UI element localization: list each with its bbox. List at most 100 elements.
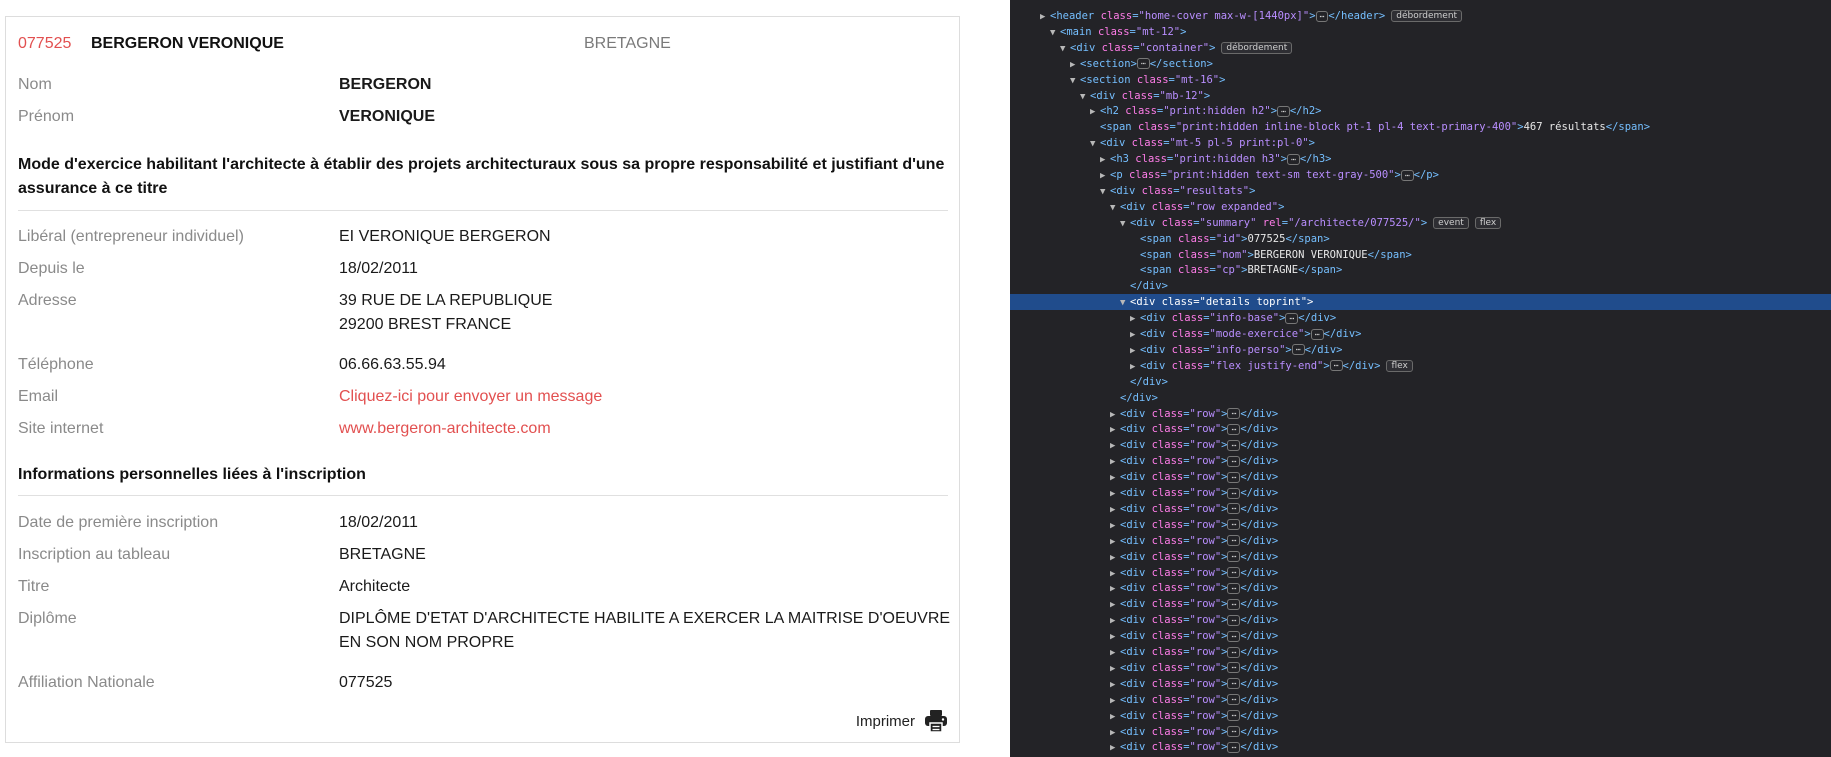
collapse-triangle-icon[interactable]: ▶ bbox=[1110, 613, 1120, 629]
dom-node[interactable]: ▶ <div class="row"> ⋯ </div> bbox=[1010, 437, 1831, 453]
collapse-triangle-icon[interactable]: ▶ bbox=[1110, 581, 1120, 597]
dom-node[interactable]: ▶ <div class="row"> ⋯ </div> bbox=[1010, 533, 1831, 549]
ellipsis-icon[interactable]: ⋯ bbox=[1227, 598, 1241, 610]
expand-triangle-icon[interactable]: ▼ bbox=[1070, 73, 1080, 89]
collapse-triangle-icon[interactable]: ▶ bbox=[1110, 422, 1120, 438]
dom-node[interactable]: ▼ <div class="resultats"> bbox=[1010, 183, 1831, 199]
ellipsis-icon[interactable]: ⋯ bbox=[1227, 423, 1241, 435]
dom-node[interactable]: ▶ <div class="row"> ⋯ </div> bbox=[1010, 739, 1831, 755]
dom-node[interactable]: </div> bbox=[1010, 374, 1831, 390]
dom-node[interactable]: ▶ <div class="row"> ⋯ </div> bbox=[1010, 469, 1831, 485]
collapse-triangle-icon[interactable]: ▶ bbox=[1110, 550, 1120, 566]
dom-node[interactable]: ▶ <div class="info-base"> ⋯ </div> bbox=[1010, 310, 1831, 326]
flex-badge[interactable]: flex bbox=[1386, 359, 1413, 372]
ellipsis-icon[interactable]: ⋯ bbox=[1227, 408, 1241, 419]
ellipsis-icon[interactable]: ⋯ bbox=[1227, 487, 1241, 499]
collapse-triangle-icon[interactable]: ▶ bbox=[1090, 104, 1100, 120]
ellipsis-icon[interactable]: ⋯ bbox=[1227, 503, 1241, 515]
dom-node[interactable]: <span class="nom">BERGERON VERONIQUE</sp… bbox=[1010, 247, 1831, 263]
ellipsis-icon[interactable]: ⋯ bbox=[1285, 312, 1299, 324]
ellipsis-icon[interactable]: ⋯ bbox=[1329, 360, 1343, 372]
collapse-triangle-icon[interactable]: ▶ bbox=[1100, 152, 1110, 168]
dom-node-selected[interactable]: ▼ <div class="details toprint"> bbox=[1010, 294, 1831, 311]
dom-node[interactable]: ▼ <div class="container"> débordement bbox=[1010, 40, 1831, 56]
event-badge[interactable]: event bbox=[1433, 216, 1469, 229]
ellipsis-icon[interactable]: ⋯ bbox=[1227, 455, 1241, 467]
collapse-triangle-icon[interactable]: ▶ bbox=[1110, 518, 1120, 534]
collapse-triangle-icon[interactable]: ▶ bbox=[1040, 9, 1050, 25]
expand-triangle-icon[interactable]: ▼ bbox=[1080, 89, 1090, 105]
expand-triangle-icon[interactable]: ▼ bbox=[1090, 136, 1100, 152]
collapse-triangle-icon[interactable]: ▶ bbox=[1110, 486, 1120, 502]
collapse-triangle-icon[interactable]: ▶ bbox=[1100, 168, 1110, 184]
collapse-triangle-icon[interactable]: ▶ bbox=[1110, 597, 1120, 613]
dom-node[interactable]: </div> bbox=[1010, 390, 1831, 406]
ellipsis-icon[interactable]: ⋯ bbox=[1227, 582, 1241, 594]
expand-triangle-icon[interactable]: ▼ bbox=[1050, 25, 1060, 41]
dom-node[interactable]: ▶ <div class="row"> ⋯ </div> bbox=[1010, 485, 1831, 501]
ellipsis-icon[interactable]: ⋯ bbox=[1227, 741, 1241, 753]
collapse-triangle-icon[interactable]: ▶ bbox=[1130, 359, 1140, 375]
ellipsis-icon[interactable]: ⋯ bbox=[1227, 567, 1241, 578]
expand-triangle-icon[interactable]: ▼ bbox=[1100, 184, 1110, 200]
dom-node[interactable]: ▶ <div class="mode-exercice"> ⋯ </div> bbox=[1010, 326, 1831, 342]
ellipsis-icon[interactable]: ⋯ bbox=[1227, 535, 1241, 547]
expand-triangle-icon[interactable]: ▼ bbox=[1120, 216, 1130, 232]
ellipsis-icon[interactable]: ⋯ bbox=[1227, 694, 1241, 706]
dom-node[interactable]: ▶ <div class="row"> ⋯ </div> bbox=[1010, 676, 1831, 692]
collapse-triangle-icon[interactable]: ▶ bbox=[1110, 677, 1120, 693]
ellipsis-icon[interactable]: ⋯ bbox=[1291, 344, 1305, 356]
collapse-triangle-icon[interactable]: ▶ bbox=[1110, 454, 1120, 470]
collapse-triangle-icon[interactable]: ▶ bbox=[1110, 470, 1120, 486]
ellipsis-icon[interactable]: ⋯ bbox=[1227, 551, 1241, 563]
ellipsis-icon[interactable]: ⋯ bbox=[1287, 153, 1300, 165]
dom-node[interactable]: ▶ <div class="row"> ⋯ </div> bbox=[1010, 453, 1831, 469]
dom-node[interactable]: ▼ <div class="row expanded"> bbox=[1010, 199, 1831, 215]
dom-node[interactable]: </div> bbox=[1010, 278, 1831, 294]
record-summary[interactable]: 077525 BERGERON VERONIQUE BRETAGNE bbox=[18, 29, 948, 59]
ellipsis-icon[interactable]: ⋯ bbox=[1227, 678, 1241, 690]
dom-node[interactable]: ▶ <div class="row"> ⋯ </div> bbox=[1010, 628, 1831, 644]
collapse-triangle-icon[interactable]: ▶ bbox=[1110, 693, 1120, 709]
dom-node[interactable]: ▶ <div class="row"> ⋯ </div> bbox=[1010, 406, 1831, 422]
dom-node[interactable]: ▼ <div class="summary" rel="/architecte/0… bbox=[1010, 215, 1831, 231]
collapse-triangle-icon[interactable]: ▶ bbox=[1110, 438, 1120, 454]
dom-node[interactable]: ▶ <div class="info-perso"> ⋯ </div> bbox=[1010, 342, 1831, 358]
collapse-triangle-icon[interactable]: ▶ bbox=[1110, 709, 1120, 725]
collapse-triangle-icon[interactable]: ▶ bbox=[1110, 534, 1120, 550]
website-link[interactable]: www.bergeron-architecte.com bbox=[339, 417, 959, 441]
dom-node[interactable]: ▶ <div class="row"> ⋯ </div> bbox=[1010, 580, 1831, 596]
dom-node[interactable]: ▼ <div class="mb-12"> bbox=[1010, 88, 1831, 104]
dom-node[interactable]: ▶ <div class="row"> ⋯ </div> bbox=[1010, 612, 1831, 628]
dom-node[interactable]: ▶ <div class="row"> ⋯ </div> bbox=[1010, 596, 1831, 612]
ellipsis-icon[interactable]: ⋯ bbox=[1400, 169, 1414, 181]
collapse-triangle-icon[interactable]: ▶ bbox=[1110, 740, 1120, 756]
dom-node[interactable]: ▶ <div class="row"> ⋯ </div> bbox=[1010, 724, 1831, 740]
dom-node[interactable]: ▶ <div class="row"> ⋯ </div> bbox=[1010, 517, 1831, 533]
ellipsis-icon[interactable]: ⋯ bbox=[1315, 10, 1329, 22]
dom-node[interactable]: <span class="cp">BRETAGNE</span> bbox=[1010, 262, 1831, 278]
dom-node[interactable]: ▶ <div class="row"> ⋯ </div> bbox=[1010, 708, 1831, 724]
dom-node[interactable]: ▶ <div class="row"> ⋯ </div> bbox=[1010, 501, 1831, 517]
print-button[interactable]: Imprimer bbox=[856, 705, 949, 737]
collapse-triangle-icon[interactable]: ▶ bbox=[1070, 57, 1080, 73]
devtools-inspector[interactable]: ▶ <header class="home-cover max-w-[1440px… bbox=[1010, 0, 1831, 757]
ellipsis-icon[interactable]: ⋯ bbox=[1227, 646, 1241, 658]
collapse-triangle-icon[interactable]: ▶ bbox=[1110, 725, 1120, 741]
collapse-triangle-icon[interactable]: ▶ bbox=[1110, 502, 1120, 518]
flex-badge[interactable]: flex bbox=[1474, 216, 1502, 229]
dom-node[interactable]: <span class="print:hidden inline-block p… bbox=[1010, 119, 1831, 135]
dom-node[interactable]: ▶ <section> ⋯ </section> bbox=[1010, 56, 1831, 72]
dom-node[interactable]: ▼ <div class="mt-5 pl-5 print:pl-0"> bbox=[1010, 135, 1831, 151]
collapse-triangle-icon[interactable]: ▶ bbox=[1130, 343, 1140, 359]
dom-node[interactable]: ▼ <main class="mt-12"> bbox=[1010, 24, 1831, 40]
collapse-triangle-icon[interactable]: ▶ bbox=[1110, 629, 1120, 645]
dom-node[interactable]: ▶ <div class="row"> ⋯ </div> bbox=[1010, 660, 1831, 676]
collapse-triangle-icon[interactable]: ▶ bbox=[1110, 407, 1120, 423]
dom-node[interactable]: ▼ <section class="mt-16"> bbox=[1010, 72, 1831, 88]
dom-node[interactable]: ▶ <p class="print:hidden text-sm text-gra… bbox=[1010, 167, 1831, 183]
dom-node[interactable]: ▶ <div class="row"> ⋯ </div> bbox=[1010, 549, 1831, 565]
dom-node[interactable]: ▶ <h3 class="print:hidden h3"> ⋯ </h3> bbox=[1010, 151, 1831, 167]
ellipsis-icon[interactable]: ⋯ bbox=[1277, 105, 1290, 117]
email-link[interactable]: Cliquez-ici pour envoyer un message bbox=[339, 385, 959, 409]
